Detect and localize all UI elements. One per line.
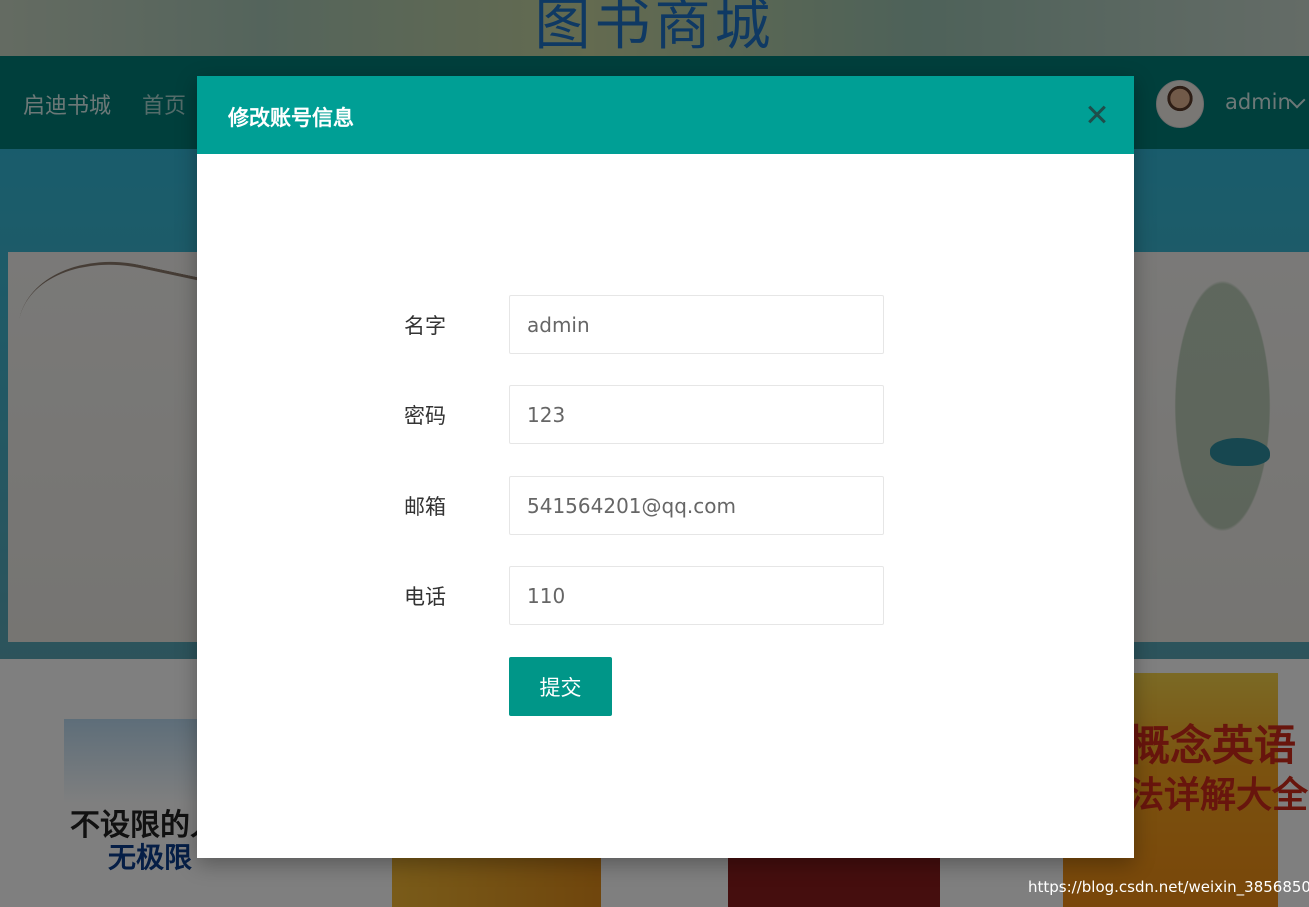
password-label: 密码 <box>404 404 446 428</box>
password-input[interactable] <box>509 385 884 444</box>
close-icon[interactable] <box>1082 100 1112 130</box>
email-input[interactable] <box>509 476 884 535</box>
email-label: 邮箱 <box>404 495 446 519</box>
edit-account-modal: 修改账号信息 名字 密码 邮箱 电话 提交 <box>197 76 1134 858</box>
phone-input[interactable] <box>509 566 884 625</box>
name-input[interactable] <box>509 295 884 354</box>
modal-title: 修改账号信息 <box>228 106 354 130</box>
modal-header: 修改账号信息 <box>197 76 1134 154</box>
watermark: https://blog.csdn.net/weixin_38568503 <box>1028 878 1309 896</box>
submit-button[interactable]: 提交 <box>509 657 612 716</box>
phone-label: 电话 <box>404 585 446 609</box>
name-label: 名字 <box>404 314 446 338</box>
